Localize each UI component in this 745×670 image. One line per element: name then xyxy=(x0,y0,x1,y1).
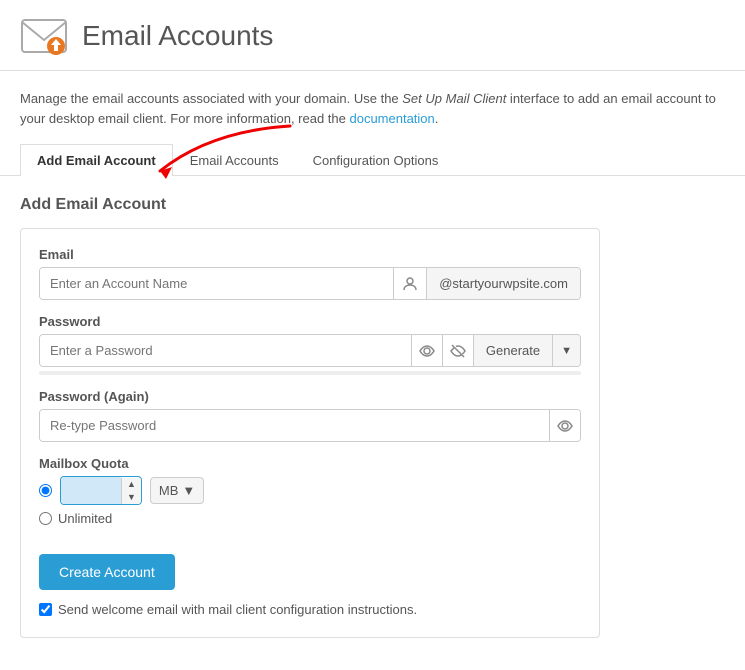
mb-dropdown[interactable]: MB ▼ xyxy=(150,477,204,504)
documentation-link[interactable]: documentation xyxy=(349,111,434,126)
retype-field-row xyxy=(39,409,581,442)
generate-dropdown-button[interactable]: ▼ xyxy=(553,335,580,366)
password-again-label: Password (Again) xyxy=(39,389,581,404)
quota-spinner: ▲ ▼ xyxy=(121,478,141,504)
welcome-email-label: Send welcome email with mail client conf… xyxy=(58,602,417,617)
welcome-email-checkbox[interactable] xyxy=(39,603,52,616)
page-title: Email Accounts xyxy=(82,20,273,52)
email-accounts-icon xyxy=(20,12,68,60)
unlimited-row: Unlimited xyxy=(39,511,581,526)
password-again-form-group: Password (Again) xyxy=(39,389,581,442)
mb-chevron-icon: ▼ xyxy=(182,483,195,498)
mb-label: MB xyxy=(159,483,179,498)
quota-form-group: Mailbox Quota 500 ▲ ▼ MB ▼ Unlimited xyxy=(39,456,581,526)
description-text: Manage the email accounts associated wit… xyxy=(20,91,716,126)
password-strength-bar xyxy=(39,371,581,375)
quota-radio-fixed[interactable] xyxy=(39,484,52,497)
email-label: Email xyxy=(39,247,581,262)
email-form-group: Email @startyourwpsite.com xyxy=(39,247,581,300)
email-domain: @startyourwpsite.com xyxy=(426,268,580,299)
retype-password-input[interactable] xyxy=(40,410,549,441)
section-title: Add Email Account xyxy=(20,196,725,214)
tab-configuration-options[interactable]: Configuration Options xyxy=(296,144,456,176)
password-no-eye-icon[interactable] xyxy=(442,335,473,366)
generate-button[interactable]: Generate xyxy=(474,335,553,366)
email-field-row: @startyourwpsite.com xyxy=(39,267,581,300)
welcome-email-row: Send welcome email with mail client conf… xyxy=(39,602,581,617)
quota-label: Mailbox Quota xyxy=(39,456,581,471)
quota-row: 500 ▲ ▼ MB ▼ xyxy=(39,476,581,505)
quota-increment-button[interactable]: ▲ xyxy=(122,478,141,491)
page-header: Email Accounts xyxy=(0,0,745,71)
password-eye-icon[interactable] xyxy=(411,335,442,366)
main-content: Add Email Account Email @startyourwpsite… xyxy=(0,176,745,658)
quota-input-wrap: 500 ▲ ▼ xyxy=(60,476,142,505)
quota-decrement-button[interactable]: ▼ xyxy=(122,491,141,504)
tab-add-email-account[interactable]: Add Email Account xyxy=(20,144,173,176)
quota-radio-unlimited[interactable] xyxy=(39,512,52,525)
generate-btn-group: Generate ▼ xyxy=(473,335,580,366)
password-label: Password xyxy=(39,314,581,329)
password-form-group: Password Generate xyxy=(39,314,581,375)
password-input[interactable] xyxy=(40,335,411,366)
email-person-icon[interactable] xyxy=(393,268,426,299)
quota-input[interactable]: 500 xyxy=(61,477,121,504)
retype-eye-icon[interactable] xyxy=(549,410,580,441)
unlimited-label: Unlimited xyxy=(58,511,112,526)
tabs-container: Add Email Account Email Accounts Configu… xyxy=(0,144,745,176)
tab-email-accounts[interactable]: Email Accounts xyxy=(173,144,296,176)
password-field-row: Generate ▼ xyxy=(39,334,581,367)
form-card: Email @startyourwpsite.com Password xyxy=(20,228,600,638)
description-area: Manage the email accounts associated wit… xyxy=(0,71,745,138)
email-input[interactable] xyxy=(40,268,393,299)
create-account-button[interactable]: Create Account xyxy=(39,554,175,590)
